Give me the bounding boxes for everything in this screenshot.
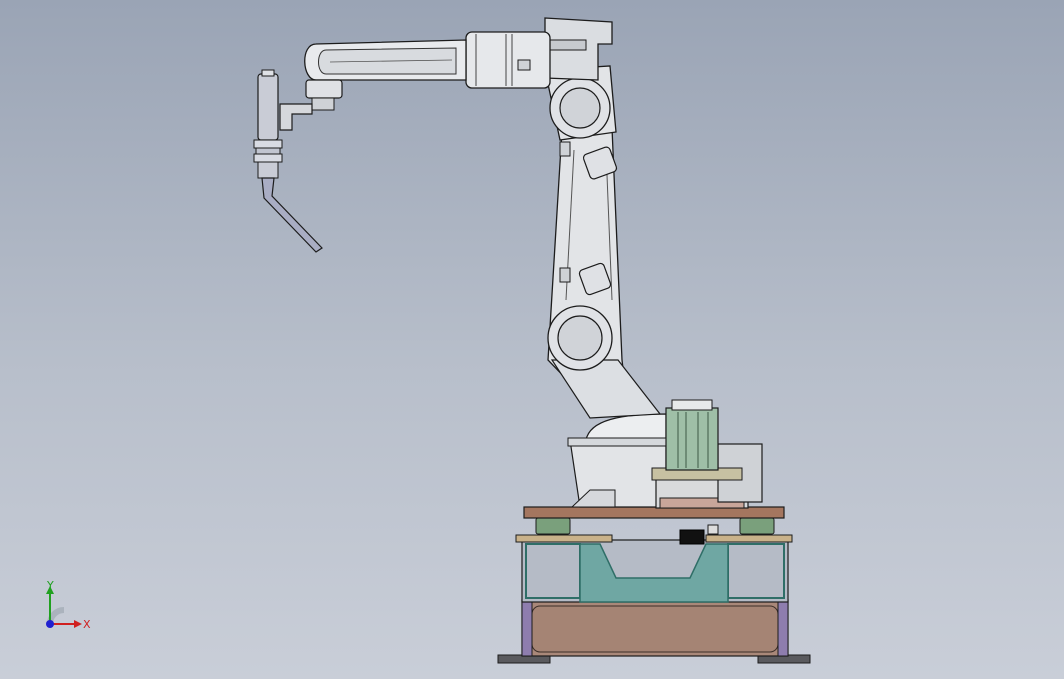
torch-body <box>257 73 279 141</box>
base-motor-cap <box>671 399 713 411</box>
base-block-inner <box>531 605 779 653</box>
triad-z-axis <box>46 620 54 628</box>
lower-arm-lower-flare <box>550 359 662 419</box>
base-right-post <box>777 599 789 657</box>
view-triad[interactable]: Y X <box>40 578 100 638</box>
cad-viewport[interactable]: Y X <box>0 0 1064 679</box>
drive-block <box>679 529 705 545</box>
torch-bracket <box>279 103 313 131</box>
torch-neck <box>261 177 323 253</box>
platform-plate <box>523 506 785 519</box>
triad-y-label: Y <box>46 579 54 592</box>
forearm-cylinder <box>465 31 551 89</box>
rail-block-right <box>739 517 775 535</box>
base-left-post <box>521 599 533 657</box>
lower-arm[interactable] <box>547 127 662 419</box>
rail-block-left <box>535 517 571 535</box>
drive-block-cap <box>707 524 719 535</box>
rail-plate-left <box>515 534 613 543</box>
robot-model-scene[interactable] <box>0 0 1064 679</box>
wrist-flange <box>305 79 343 99</box>
base-motor <box>665 407 719 471</box>
base-ring <box>567 437 669 447</box>
rail-plate-right <box>705 534 793 543</box>
base-stand[interactable] <box>497 506 811 664</box>
triad-x-label: X <box>83 618 91 631</box>
upper-arm[interactable] <box>304 17 617 141</box>
